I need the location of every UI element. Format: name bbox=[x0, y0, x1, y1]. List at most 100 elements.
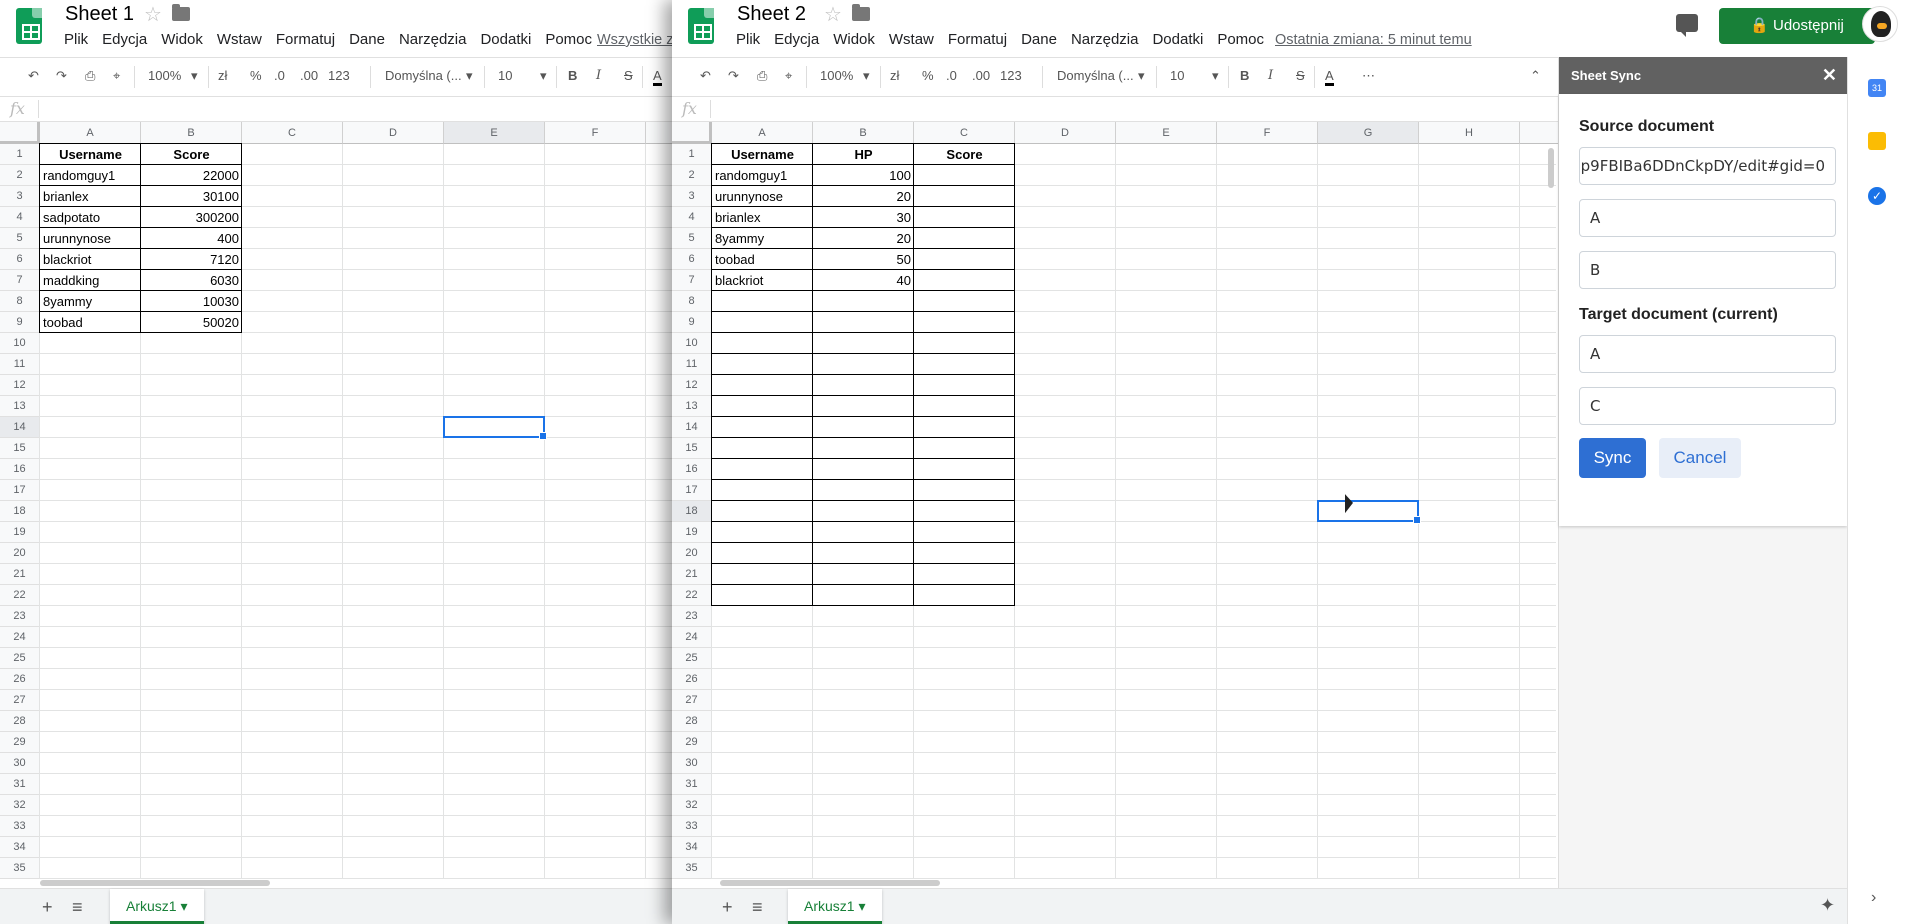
row-header[interactable]: 12 bbox=[0, 375, 40, 396]
column-header[interactable]: A bbox=[40, 122, 141, 144]
row-header[interactable]: 14 bbox=[672, 417, 712, 438]
column-header[interactable]: F bbox=[545, 122, 646, 144]
row-header[interactable]: 6 bbox=[0, 249, 40, 270]
row-header[interactable]: 2 bbox=[672, 165, 712, 186]
menu-item[interactable]: Plik bbox=[64, 31, 88, 48]
sheets-logo-icon[interactable] bbox=[16, 8, 42, 44]
row-header[interactable]: 10 bbox=[0, 333, 40, 354]
redo-icon[interactable]: ↷ bbox=[728, 68, 739, 84]
menu-item[interactable]: Dane bbox=[349, 31, 385, 48]
menu-item[interactable]: Edycja bbox=[774, 31, 819, 48]
all-sheets-icon[interactable]: ≡ bbox=[72, 897, 83, 918]
row-header[interactable]: 2 bbox=[0, 165, 40, 186]
zoom-dropdown-icon[interactable]: ▾ bbox=[863, 68, 870, 84]
increase-decimals-button[interactable]: .00 bbox=[300, 68, 318, 83]
row-header[interactable]: 25 bbox=[0, 648, 40, 669]
row-header[interactable]: 33 bbox=[672, 816, 712, 837]
folder-icon[interactable] bbox=[852, 4, 870, 21]
menu-item[interactable]: Edycja bbox=[102, 31, 147, 48]
row-header[interactable]: 15 bbox=[0, 438, 40, 459]
font-dropdown-icon[interactable]: ▾ bbox=[466, 68, 473, 84]
sheet-tab[interactable]: Arkusz1 ▾ bbox=[110, 889, 204, 924]
keep-icon[interactable] bbox=[1868, 132, 1886, 150]
sync-button[interactable]: Sync bbox=[1579, 438, 1646, 478]
format-select[interactable]: 123 bbox=[1000, 68, 1022, 83]
row-header[interactable]: 11 bbox=[0, 354, 40, 375]
font-select[interactable]: Domyślna (... bbox=[385, 68, 462, 83]
chevron-right-icon[interactable]: › bbox=[1871, 889, 1876, 907]
table-cell[interactable]: 400 bbox=[141, 228, 242, 249]
table-cell[interactable]: 20 bbox=[813, 186, 914, 207]
row-header[interactable]: 28 bbox=[0, 711, 40, 732]
row-header[interactable]: 17 bbox=[0, 480, 40, 501]
row-header[interactable]: 21 bbox=[0, 564, 40, 585]
table-cell[interactable]: 10030 bbox=[141, 291, 242, 312]
menu-item[interactable]: Wstaw bbox=[217, 31, 262, 48]
row-header[interactable]: 23 bbox=[672, 606, 712, 627]
menu-item[interactable]: Dodatki bbox=[1152, 31, 1203, 48]
column-header[interactable]: A bbox=[712, 122, 813, 144]
header-cell[interactable]: Score bbox=[914, 144, 1015, 165]
horizontal-scrollbar[interactable] bbox=[40, 880, 270, 886]
zoom-select[interactable]: 100% bbox=[820, 68, 853, 83]
table-cell[interactable] bbox=[914, 228, 1015, 249]
row-header[interactable]: 24 bbox=[672, 627, 712, 648]
row-header[interactable]: 27 bbox=[672, 690, 712, 711]
table-cell[interactable]: toobad bbox=[712, 249, 813, 270]
menu-item[interactable]: Narzędzia bbox=[399, 31, 467, 48]
font-dropdown-icon[interactable]: ▾ bbox=[1138, 68, 1145, 84]
column-header[interactable]: D bbox=[343, 122, 444, 144]
row-header[interactable]: 26 bbox=[0, 669, 40, 690]
table-cell[interactable] bbox=[914, 249, 1015, 270]
row-header[interactable]: 5 bbox=[0, 228, 40, 249]
menu-item[interactable]: Pomoc bbox=[1217, 31, 1264, 48]
cancel-button[interactable]: Cancel bbox=[1659, 438, 1741, 478]
row-header[interactable]: 31 bbox=[672, 774, 712, 795]
close-icon[interactable]: ✕ bbox=[1822, 57, 1837, 94]
table-cell[interactable]: randomguy1 bbox=[712, 165, 813, 186]
comments-icon[interactable] bbox=[1676, 14, 1698, 37]
star-icon[interactable]: ☆ bbox=[824, 2, 842, 27]
vertical-scrollbar[interactable] bbox=[1548, 148, 1554, 188]
row-header[interactable]: 19 bbox=[0, 522, 40, 543]
row-header[interactable]: 35 bbox=[0, 858, 40, 879]
italic-button[interactable]: I bbox=[1268, 68, 1273, 83]
document-title[interactable]: Sheet 2 bbox=[737, 3, 806, 26]
row-header[interactable]: 17 bbox=[672, 480, 712, 501]
row-header[interactable]: 34 bbox=[672, 837, 712, 858]
row-header[interactable]: 13 bbox=[672, 396, 712, 417]
tasks-icon[interactable]: ✓ bbox=[1868, 187, 1886, 205]
undo-icon[interactable]: ↶ bbox=[700, 68, 711, 84]
table-cell[interactable]: 8yammy bbox=[40, 291, 141, 312]
table-cell[interactable]: 6030 bbox=[141, 270, 242, 291]
size-dropdown-icon[interactable]: ▾ bbox=[1212, 68, 1219, 84]
table-cell[interactable]: 30 bbox=[813, 207, 914, 228]
menu-item[interactable]: Widok bbox=[161, 31, 203, 48]
column-header[interactable]: E bbox=[1116, 122, 1217, 144]
row-header[interactable]: 7 bbox=[0, 270, 40, 291]
selected-cell[interactable] bbox=[443, 416, 547, 440]
redo-icon[interactable]: ↷ bbox=[56, 68, 67, 84]
avatar[interactable] bbox=[1862, 6, 1898, 42]
row-header[interactable]: 29 bbox=[0, 732, 40, 753]
text-color-button[interactable]: A bbox=[653, 68, 662, 86]
row-header[interactable]: 30 bbox=[672, 753, 712, 774]
row-header[interactable]: 16 bbox=[0, 459, 40, 480]
row-header[interactable]: 15 bbox=[672, 438, 712, 459]
table-cell[interactable]: maddking bbox=[40, 270, 141, 291]
sheet-tab[interactable]: Arkusz1 ▾ bbox=[788, 889, 882, 924]
table-cell[interactable]: 8yammy bbox=[712, 228, 813, 249]
add-sheet-icon[interactable]: + bbox=[42, 897, 53, 918]
table-cell[interactable] bbox=[914, 207, 1015, 228]
target-value-column-input[interactable]: C bbox=[1579, 387, 1836, 425]
row-header[interactable]: 25 bbox=[672, 648, 712, 669]
table-cell[interactable]: blackriot bbox=[712, 270, 813, 291]
row-header[interactable]: 4 bbox=[672, 207, 712, 228]
increase-decimals-button[interactable]: .00 bbox=[972, 68, 990, 83]
row-header[interactable]: 27 bbox=[0, 690, 40, 711]
table-cell[interactable]: brianlex bbox=[40, 186, 141, 207]
column-header[interactable]: F bbox=[1217, 122, 1318, 144]
font-size-select[interactable]: 10 bbox=[1170, 68, 1184, 83]
row-header[interactable]: 14 bbox=[0, 417, 40, 438]
select-all-corner[interactable] bbox=[672, 122, 712, 144]
